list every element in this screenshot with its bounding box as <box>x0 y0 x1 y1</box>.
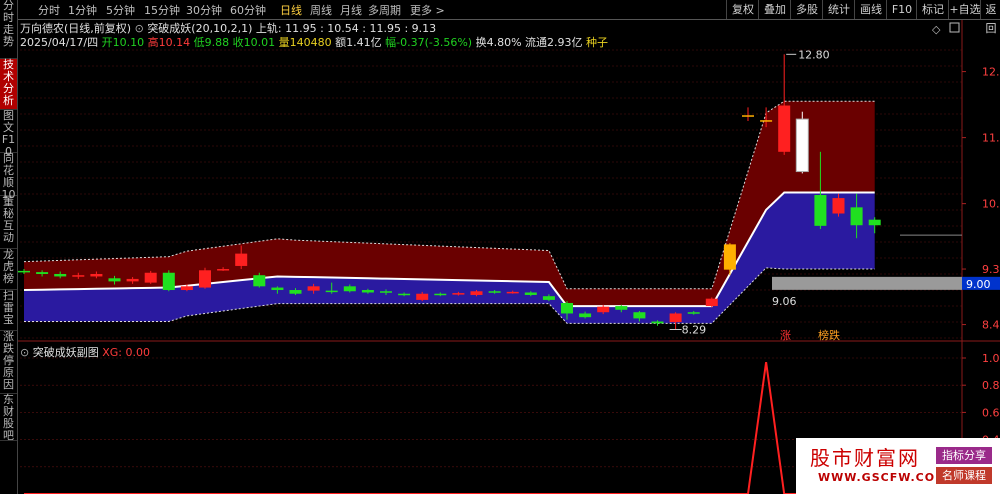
candle-body <box>289 290 302 294</box>
watermark-title: 股市财富网 <box>810 446 920 470</box>
high-label: 12.80 <box>798 48 830 61</box>
candle-body <box>470 291 483 295</box>
watermark-tag-1: 指标分享 <box>936 447 992 464</box>
signal-rank: 榜跌 <box>818 328 840 342</box>
candle-body <box>180 286 193 291</box>
candle-body <box>325 290 338 293</box>
candle-body <box>90 273 103 277</box>
candle-body <box>72 275 85 277</box>
candle-body <box>669 313 682 323</box>
candle-body <box>36 272 49 274</box>
candle-body <box>199 270 211 288</box>
candle-body <box>795 118 809 173</box>
candle-body <box>524 292 537 295</box>
chart-area[interactable]: 12.80 8.29 9.06 涨 榜跌 12.50 11.43 10.36 9.3 8.4 9.0… <box>0 0 1000 494</box>
sub-name: 突破成妖副图 <box>32 346 99 359</box>
sub-info: ⊙ 突破成妖副图 XG: 0.00 <box>20 344 150 360</box>
price-axis-label: 12.50 <box>982 66 1000 79</box>
price-axis-label: 8.4 <box>982 319 1000 332</box>
candle-body <box>579 313 592 318</box>
candle-body <box>868 219 881 226</box>
watermark-url: WWW.GSCFW.COM <box>818 471 948 484</box>
candle-body <box>687 312 700 314</box>
low-label: 8.29 <box>682 324 707 337</box>
candle-body <box>235 253 248 266</box>
candle-body <box>814 195 827 226</box>
candle-body <box>108 278 121 282</box>
candle-body <box>217 269 230 271</box>
signal-up: 涨 <box>780 329 791 342</box>
candle-body <box>832 198 845 214</box>
candle-body <box>542 296 555 300</box>
candle-body <box>144 272 157 283</box>
price-axis-label: 9.3 <box>982 263 1000 276</box>
candle-body <box>54 273 67 277</box>
candle-body <box>307 286 320 291</box>
candle-body <box>253 275 266 287</box>
sub-axis-label: 1.00 <box>982 352 1000 365</box>
candle-body <box>506 291 519 294</box>
mid-label: 9.06 <box>772 295 797 308</box>
candle-body <box>162 272 175 291</box>
candle-body <box>488 291 501 293</box>
candle-body <box>380 291 392 293</box>
candle-body <box>651 321 664 324</box>
candle-body <box>361 290 374 293</box>
diamond-icon[interactable]: ◇ <box>932 23 941 36</box>
price-axis-label: 10.36 <box>982 198 1000 211</box>
candle-body <box>18 270 30 273</box>
current-price-band <box>772 276 962 290</box>
current-price-label: 9.00 <box>966 278 991 291</box>
candle-body <box>705 298 718 307</box>
sub-axis-label: 0.60 <box>982 406 1000 419</box>
watermark-tag-2: 名师课程 <box>936 467 992 484</box>
candle-body <box>126 278 139 282</box>
candle-body <box>723 244 736 270</box>
candle-body <box>615 306 628 310</box>
candle-body <box>561 302 573 314</box>
candle-body <box>597 306 610 313</box>
watermark: 股市财富网 WWW.GSCFW.COM 指标分享 名师课程 <box>796 438 1000 494</box>
sub-axis-label: 0.80 <box>982 379 1000 392</box>
candle-body <box>271 287 284 291</box>
sub-series-line <box>24 361 875 494</box>
candle-body <box>633 312 646 319</box>
candle-body <box>343 286 356 292</box>
candle-body <box>778 105 791 152</box>
candle-body <box>434 293 447 296</box>
candle-body <box>452 293 465 295</box>
sub-xg: XG: 0.00 <box>102 346 150 359</box>
price-axis-label: 11.43 <box>982 132 1000 145</box>
candle-body <box>398 293 411 296</box>
sub-toggle-icon[interactable]: ⊙ <box>20 346 29 359</box>
candle-body <box>416 293 429 300</box>
window-icon[interactable] <box>949 22 960 33</box>
candle-body <box>850 207 863 226</box>
